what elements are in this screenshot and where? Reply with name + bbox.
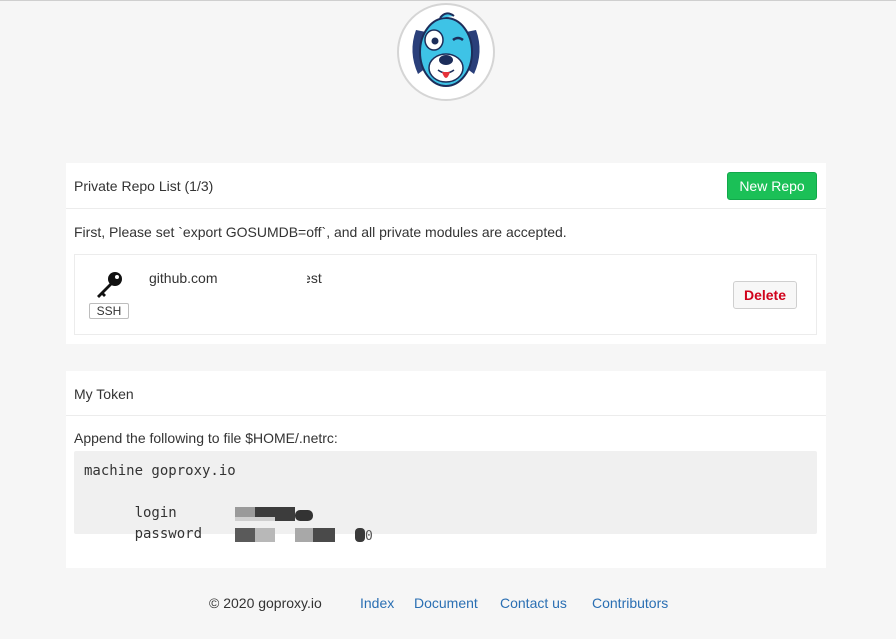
- token-card-header: My Token: [66, 371, 826, 416]
- netrc-line-machine: machine goproxy.io: [84, 461, 807, 482]
- repo-list-title: Private Repo List (1/3): [74, 178, 214, 194]
- copyright-text: © 2020 goproxy.io: [209, 595, 322, 611]
- key-icon: [93, 270, 125, 300]
- repo-card-header: Private Repo List (1/3) New Repo: [66, 163, 826, 209]
- delete-repo-button[interactable]: Delete: [733, 281, 797, 309]
- my-token-card: My Token Append the following to file $H…: [66, 371, 826, 568]
- footer-link-document[interactable]: Document: [414, 595, 478, 611]
- dog-mascot-logo: [396, 2, 496, 102]
- token-title: My Token: [74, 386, 134, 402]
- footer-link-contact[interactable]: Contact us: [500, 595, 567, 611]
- new-repo-button[interactable]: New Repo: [727, 172, 817, 200]
- gosumdb-note: First, Please set `export GOSUMDB=off`, …: [74, 224, 567, 240]
- footer-link-contributors[interactable]: Contributors: [592, 595, 668, 611]
- netrc-machine-text: machine goproxy.io: [84, 463, 236, 479]
- redacted-login: [168, 486, 314, 521]
- netrc-line-login: login: [84, 482, 807, 521]
- repo-list-item: SSH github.com /test . Delete: [74, 254, 817, 335]
- netrc-instruction: Append the following to file $HOME/.netr…: [74, 430, 338, 446]
- svg-text:0: 0: [365, 529, 373, 542]
- netrc-line-password: password 0: [84, 503, 807, 544]
- top-border: [0, 0, 896, 1]
- private-repo-card: Private Repo List (1/3) New Repo First, …: [66, 163, 826, 344]
- netrc-code-block: machine goproxy.io login password 0: [74, 451, 817, 544]
- repo-host: github.com: [149, 270, 218, 286]
- redacted-repo-owner: [221, 269, 307, 289]
- footer-link-index[interactable]: Index: [360, 595, 394, 611]
- repo-name-dot: .: [306, 270, 310, 286]
- redacted-password: 0: [168, 507, 373, 544]
- ssh-badge: SSH: [89, 303, 129, 319]
